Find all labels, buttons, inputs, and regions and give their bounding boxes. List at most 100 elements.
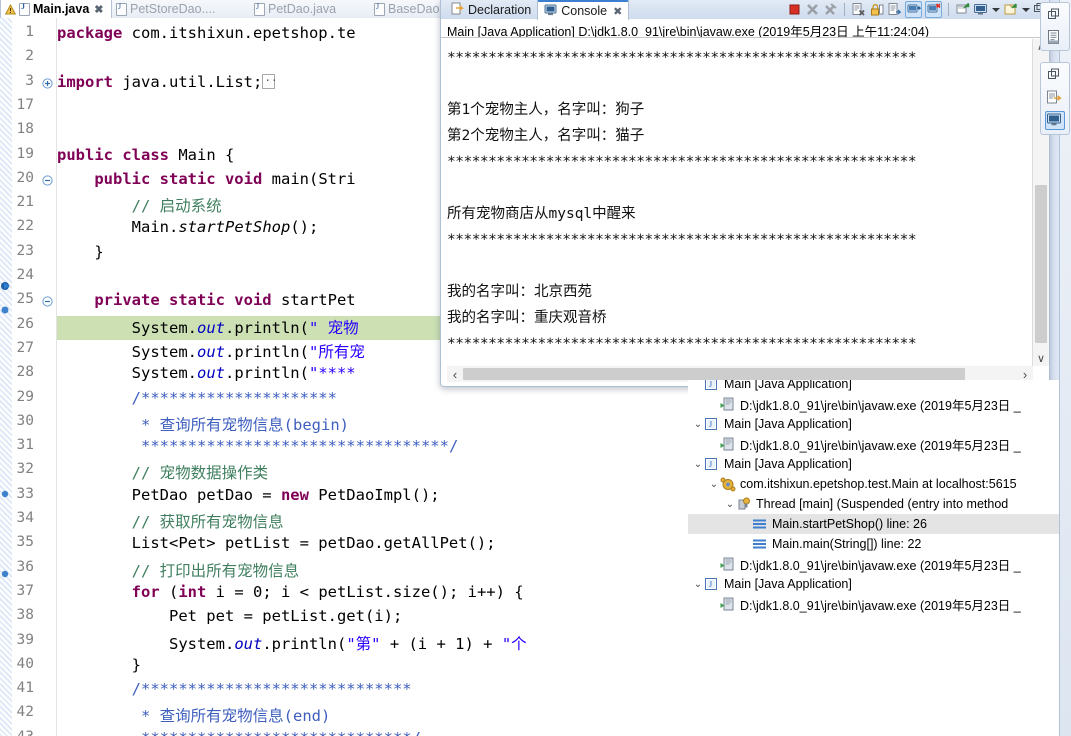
scroll-down-arrow-icon[interactable]: ∨ (1033, 352, 1049, 365)
pin-console-icon[interactable] (955, 2, 970, 17)
close-icon[interactable]: ✖ (613, 5, 622, 18)
expand-chevron-icon[interactable]: ⌄ (692, 579, 704, 590)
terminate-icon[interactable] (787, 2, 802, 17)
code-line[interactable]: /********************* (57, 389, 337, 407)
debug-tree-row[interactable]: ⌄ J Main [Java Application] (688, 414, 1060, 434)
code-line[interactable]: // 启动系统 (57, 194, 222, 216)
code-line[interactable]: import java.util.List; (57, 71, 278, 91)
code-line[interactable]: List<Pet> petList = petDao.getAllPet(); (57, 534, 496, 552)
fold-collapse-icon[interactable] (42, 296, 53, 307)
code-line[interactable]: package com.itshixun.epetshop.te (57, 24, 356, 42)
debug-tree-row[interactable]: ⌄ J Main [Java Application] (688, 574, 1060, 594)
fold-expand-icon[interactable] (42, 77, 53, 89)
code-line[interactable]: Main.startPetShop(); (57, 218, 319, 236)
editor-tab-main-java[interactable]: Main.java ✖ (0, 0, 112, 19)
code-line[interactable]: public class Main { (57, 146, 234, 164)
tab-declaration[interactable]: Declaration (445, 0, 537, 19)
code-line[interactable]: } (57, 656, 141, 674)
console-view-icon[interactable] (1045, 111, 1065, 130)
code-line[interactable]: *********************************/ (57, 437, 458, 455)
display-selected-console-icon[interactable] (973, 2, 988, 17)
code-line[interactable] (57, 97, 66, 115)
code-line[interactable] (57, 267, 66, 285)
code-line[interactable] (57, 48, 66, 66)
code-line[interactable]: // 获取所有宠物信息 (57, 510, 284, 532)
open-console-dropdown-icon[interactable] (1021, 2, 1030, 17)
debug-tree-row[interactable]: ⌄ J Main [Java Application] (688, 454, 1060, 474)
remove-launch-icon[interactable] (805, 2, 820, 17)
debug-tree-row[interactable]: D:\jdk1.8.0_91\jre\bin\javaw.exe (2019年5… (688, 594, 1060, 614)
restore-icon[interactable] (1046, 67, 1064, 84)
debug-tree-row-selected[interactable]: Main.startPetShop() line: 26 (688, 514, 1060, 534)
line-number: 41 (16, 680, 34, 697)
console-output-line: 第1个宠物主人，名字叫：狗子 (447, 102, 645, 118)
code-line[interactable]: System.out.println("所有宠 (57, 340, 365, 362)
console-output-line: 所有宠物商店从mysql中醒来 (447, 206, 636, 222)
line-number: 18 (16, 121, 34, 138)
code-line[interactable]: * 查询所有宠物信息(begin) (57, 413, 349, 435)
warning-icon (4, 3, 17, 15)
tab-console[interactable]: Console ✖ (537, 0, 630, 20)
debug-tree-row[interactable]: D:\jdk1.8.0_91\jre\bin\javaw.exe (2019年5… (688, 554, 1060, 574)
clear-console-icon[interactable] (851, 2, 866, 17)
code-line[interactable]: System.out.println("**** (57, 364, 356, 382)
show-console-on-error-icon[interactable] (925, 1, 942, 18)
word-wrap-icon[interactable] (887, 2, 902, 17)
code-line[interactable]: // 宠物数据操作类 (57, 461, 269, 483)
remove-all-launches-icon[interactable] (823, 2, 838, 17)
debug-tree-row[interactable]: ⌄ Thread [main] (Suspended (entry into me… (688, 494, 1060, 514)
console-view[interactable]: Declaration Console ✖ Main [Java Applica… (440, 0, 1050, 387)
restore-icon[interactable] (1046, 7, 1064, 24)
debug-view-tree[interactable]: J Main [Java Application] D:\jdk1.8.0_91\j… (688, 380, 1060, 736)
breakpoint-marker-icon[interactable] (0, 488, 12, 500)
expand-chevron-icon[interactable]: ⌄ (692, 419, 704, 430)
expand-chevron-icon[interactable]: ⌄ (724, 499, 736, 510)
expand-chevron-icon[interactable]: ⌄ (708, 479, 720, 490)
debug-tree-row[interactable]: D:\jdk1.8.0_91\jre\bin\javaw.exe (2019年5… (688, 394, 1060, 414)
editor-tab-petdao-java[interactable]: PetDao.java (250, 0, 370, 18)
expand-chevron-icon[interactable]: ⌄ (692, 459, 704, 470)
process-icon (720, 397, 736, 412)
svg-text:J: J (709, 380, 712, 389)
breakpoint-marker-icon[interactable] (0, 280, 12, 292)
console-horizontal-scroll-thumb[interactable] (463, 368, 965, 380)
code-line[interactable]: // 打印出所有宠物信息 (57, 559, 300, 581)
code-line[interactable]: System.out.println("第" + (i + 1) + "个 (57, 632, 527, 654)
code-line[interactable]: *****************************/ (57, 729, 421, 736)
debug-tree-label: D:\jdk1.8.0_91\jre\bin\javaw.exe (2019年5… (740, 438, 1021, 453)
code-line[interactable]: PetDao petDao = new PetDaoImpl(); (57, 486, 440, 504)
code-line[interactable]: } (57, 243, 103, 261)
code-line[interactable]: Pet pet = petList.get(i); (57, 607, 402, 625)
debug-current-marker-icon[interactable] (0, 304, 12, 316)
debug-tree-row[interactable]: Main.main(String[]) line: 22 (688, 534, 1060, 554)
show-console-on-output-icon[interactable] (905, 1, 922, 18)
fast-view-group-2[interactable] (1040, 62, 1070, 135)
display-selected-console-dropdown-icon[interactable] (991, 2, 1000, 17)
process-icon (720, 437, 736, 452)
code-line[interactable] (57, 121, 66, 139)
editor-tab-petstoredao-[interactable]: PetStoreDao.... (112, 0, 250, 18)
code-line[interactable]: /***************************** (57, 680, 412, 698)
scroll-left-arrow-icon[interactable]: ‹ (447, 367, 463, 382)
fast-view-group-1[interactable] (1040, 2, 1070, 51)
code-line[interactable]: * 查询所有宠物信息(end) (57, 704, 330, 726)
open-console-icon[interactable] (1003, 2, 1018, 17)
code-line[interactable]: for (int i = 0; i < petList.size(); i++)… (57, 583, 524, 601)
fold-collapse-icon[interactable] (42, 175, 53, 186)
editor-line-number-gutter[interactable]: 1 2 3 17 18 19 20 21 22 23 24 25 26 27 28 29 30 31 32 33 34 3… (12, 18, 57, 736)
code-line[interactable]: public static void main(Stri (57, 170, 355, 188)
code-line[interactable]: private static void startPet (57, 291, 355, 309)
debug-tree-row[interactable]: ⌄ com.itshixun.epetshop.test.Main at loca… (688, 474, 1060, 494)
scroll-lock-icon[interactable] (869, 2, 884, 17)
close-icon[interactable]: ✖ (94, 3, 103, 16)
breakpoint-marker-icon[interactable] (0, 568, 12, 580)
editor-tab-label: PetStoreDao.... (130, 2, 216, 16)
console-vertical-scroll-thumb[interactable] (1035, 185, 1047, 343)
debug-tree-row[interactable]: D:\jdk1.8.0_91\jre\bin\javaw.exe (2019年5… (688, 434, 1060, 454)
outline-view-icon[interactable] (1046, 29, 1064, 46)
debug-tree-row[interactable]: J Main [Java Application] (688, 380, 1060, 394)
console-output[interactable]: ****************************************… (441, 39, 1033, 366)
declaration-view-icon[interactable] (1046, 89, 1064, 106)
